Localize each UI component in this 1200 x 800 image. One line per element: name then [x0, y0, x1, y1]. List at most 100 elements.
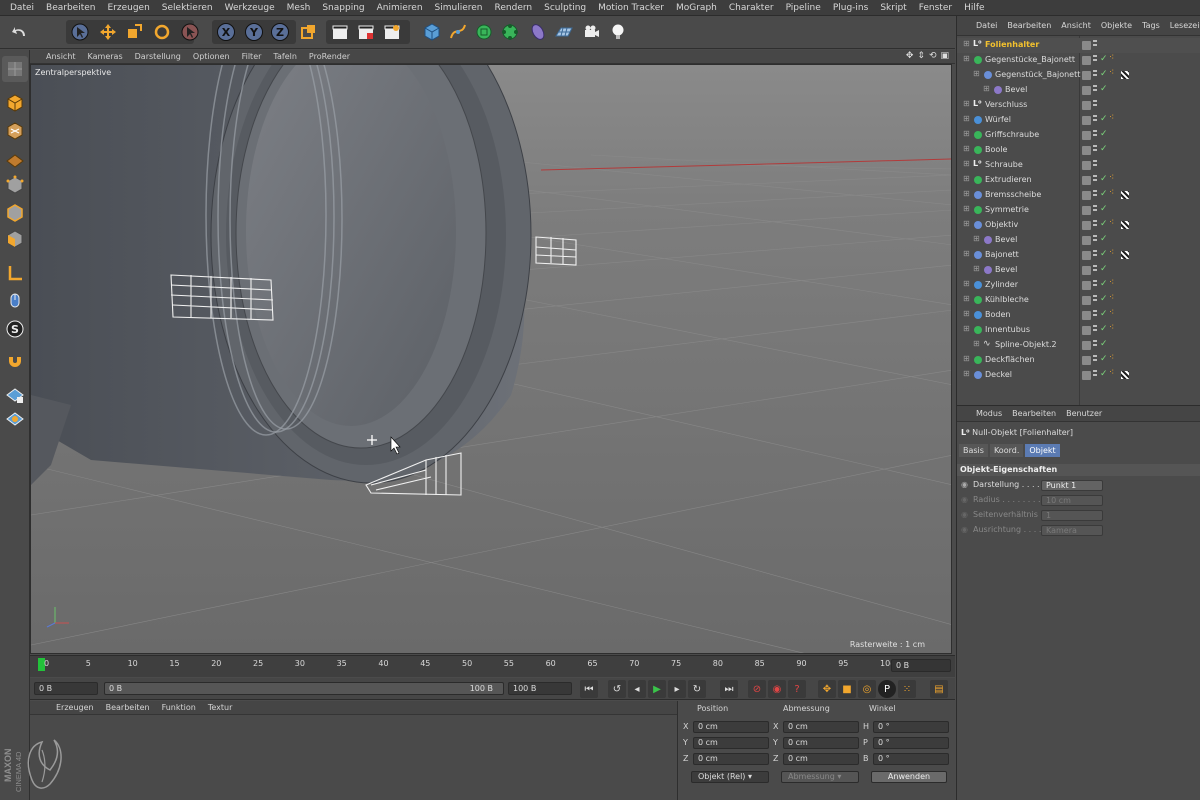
phong-tag-icon[interactable]: ⁖ — [1109, 353, 1117, 363]
layer-icon[interactable] — [1082, 236, 1091, 245]
autokeying-icon[interactable]: ◉ — [768, 680, 786, 698]
phong-tag-icon[interactable]: ⁖ — [1109, 53, 1117, 63]
menu-animieren[interactable]: Animieren — [371, 3, 429, 13]
material-tag-icon[interactable] — [1121, 221, 1129, 229]
object-row[interactable]: ⊞ Boole ✓ — [957, 143, 1200, 158]
layer-icon[interactable] — [1082, 191, 1091, 200]
layer-icon[interactable] — [1082, 176, 1091, 185]
menu-pipeline[interactable]: Pipeline — [780, 3, 827, 13]
menu-erzeugen[interactable]: Erzeugen — [101, 3, 155, 13]
visibility-dots-icon[interactable] — [1093, 235, 1097, 245]
rotation-h-field[interactable]: 0 ° — [873, 721, 949, 733]
next-frame-icon[interactable]: ▸ — [668, 680, 686, 698]
object-name[interactable]: Gegenstücke_Bajonett — [985, 55, 1075, 64]
property-value-field[interactable]: 10 cm — [1041, 495, 1103, 506]
rotate-icon[interactable] — [150, 20, 174, 44]
menu-datei[interactable]: Datei — [4, 3, 40, 13]
expand-toggle-icon[interactable]: ⊞ — [963, 189, 970, 198]
layer-icon[interactable] — [1082, 221, 1091, 230]
menu-mesh[interactable]: Mesh — [281, 3, 317, 13]
property-radio-icon[interactable]: ◉ — [961, 480, 968, 489]
layer-icon[interactable] — [1082, 101, 1091, 110]
phong-tag-icon[interactable]: ⁖ — [1109, 68, 1117, 78]
property-value-field[interactable]: Kamera — [1041, 525, 1103, 536]
object-row[interactable]: ⊞ Bremsscheibe ✓ ⁖ — [957, 188, 1200, 203]
expand-toggle-icon[interactable]: ⊞ — [983, 84, 990, 93]
enabled-check-icon[interactable]: ✓ — [1100, 339, 1108, 349]
texture-mode-icon[interactable] — [2, 118, 28, 144]
workplane-mode-icon[interactable] — [2, 146, 28, 172]
go-to-end-icon[interactable]: ⏭ — [720, 680, 738, 698]
visibility-dots-icon[interactable] — [1093, 130, 1097, 140]
object-name[interactable]: Objektiv — [985, 220, 1018, 229]
property-radio-icon[interactable]: ◉ — [961, 510, 968, 519]
object-row[interactable]: ⊞ L⁰ Schraube — [957, 158, 1200, 173]
size-mode-dropdown[interactable]: Abmessung ▾ — [781, 771, 859, 783]
timeline-ruler[interactable]: 0 5 10 15 20 25 30 35 40 45 50 55 60 65 70 75 80 85 90 95 10… — [30, 655, 955, 677]
object-name[interactable]: Verschluss — [985, 100, 1027, 109]
menu-bearbeiten[interactable]: Bearbeiten — [40, 3, 101, 13]
layer-icon[interactable] — [1082, 131, 1091, 140]
position-z-field[interactable]: 0 cm — [693, 753, 769, 765]
object-menu-datei[interactable]: Datei — [971, 21, 1002, 30]
layer-icon[interactable] — [1082, 56, 1091, 65]
tab-basis[interactable]: Basis — [959, 444, 988, 457]
object-row[interactable]: ⊞ Kühlbleche ✓ ⁖ — [957, 293, 1200, 308]
object-row[interactable]: ⊞ Extrudieren ✓ ⁖ — [957, 173, 1200, 188]
key-parameter-icon[interactable]: P — [878, 680, 896, 698]
enabled-check-icon[interactable]: ✓ — [1100, 219, 1108, 229]
object-menu-objekte[interactable]: Objekte — [1096, 21, 1137, 30]
viewport-menu-ansicht[interactable]: Ansicht — [40, 52, 82, 61]
tab-koord[interactable]: Koord. — [989, 444, 1024, 457]
object-name[interactable]: Boden — [985, 310, 1010, 319]
object-name[interactable]: Boole — [985, 145, 1007, 154]
menu-fenster[interactable]: Fenster — [913, 3, 958, 13]
enabled-check-icon[interactable]: ✓ — [1100, 84, 1108, 94]
apply-button[interactable]: Anwenden — [871, 771, 947, 783]
object-name[interactable]: Griffschraube — [985, 130, 1039, 139]
move-icon[interactable] — [96, 20, 120, 44]
viewport-menu-tafeln[interactable]: Tafeln — [267, 52, 303, 61]
size-x-field[interactable]: 0 cm — [783, 721, 859, 733]
visibility-dots-icon[interactable] — [1093, 280, 1097, 290]
expand-toggle-icon[interactable]: ⊞ — [973, 234, 980, 243]
expand-toggle-icon[interactable]: ⊞ — [963, 129, 970, 138]
menu-charakter[interactable]: Charakter — [723, 3, 780, 13]
object-name[interactable]: Deckel — [985, 370, 1012, 379]
position-y-field[interactable]: 0 cm — [693, 737, 769, 749]
position-x-field[interactable]: 0 cm — [693, 721, 769, 733]
material-menu-bearbeiten[interactable]: Bearbeiten — [100, 703, 156, 712]
scale-icon[interactable] — [122, 20, 146, 44]
visibility-dots-icon[interactable] — [1093, 310, 1097, 320]
object-name[interactable]: Spline-Objekt.2 — [995, 340, 1057, 349]
object-name[interactable]: Symmetrie — [985, 205, 1029, 214]
object-name[interactable]: Deckflächen — [985, 355, 1035, 364]
cube-primitive-icon[interactable] — [420, 20, 444, 44]
render-view-icon[interactable] — [328, 20, 352, 44]
current-frame-field[interactable]: 0 B — [891, 659, 951, 672]
size-y-field[interactable]: 0 cm — [783, 737, 859, 749]
layer-icon[interactable] — [1082, 326, 1091, 335]
menu-sculpting[interactable]: Sculpting — [538, 3, 592, 13]
layer-icon[interactable] — [1082, 371, 1091, 380]
phong-tag-icon[interactable]: ⁖ — [1109, 278, 1117, 288]
expand-toggle-icon[interactable]: ⊞ — [963, 54, 970, 63]
layer-icon[interactable] — [1082, 311, 1091, 320]
visibility-dots-icon[interactable] — [1093, 295, 1097, 305]
object-name[interactable]: Innentubus — [985, 325, 1030, 334]
object-name[interactable]: Folienhalter — [985, 40, 1039, 49]
phong-tag-icon[interactable]: ⁖ — [1109, 248, 1117, 258]
attribute-menu-benutzer[interactable]: Benutzer — [1061, 409, 1107, 418]
expand-toggle-icon[interactable]: ⊞ — [963, 219, 970, 228]
object-name[interactable]: Bremsscheibe — [985, 190, 1041, 199]
visibility-dots-icon[interactable] — [1093, 340, 1097, 350]
end-frame-field[interactable]: 100 B — [508, 682, 572, 695]
menu-skript[interactable]: Skript — [874, 3, 912, 13]
object-row[interactable]: ⊞ Deckel ✓ ⁖ — [957, 368, 1200, 383]
light-icon[interactable] — [606, 20, 630, 44]
visibility-dots-icon[interactable] — [1093, 40, 1097, 50]
deformer-icon[interactable] — [526, 20, 550, 44]
enabled-check-icon[interactable]: ✓ — [1100, 69, 1108, 79]
object-row[interactable]: ⊞ Gegenstück_Bajonett ✓ ⁖ — [957, 68, 1200, 83]
object-menu-bearbeiten[interactable]: Bearbeiten — [1002, 21, 1056, 30]
